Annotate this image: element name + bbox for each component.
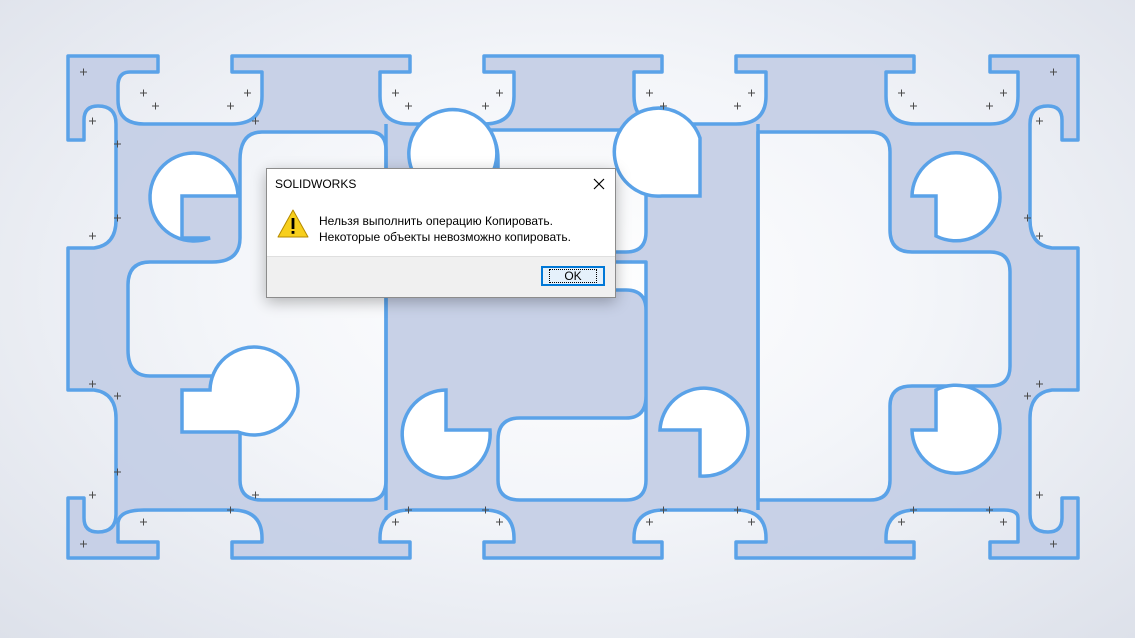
aluminum-profile-sketch[interactable] (66, 54, 1080, 560)
error-dialog: SOLIDWORKS Нельзя выполнить операцию Коп… (266, 168, 616, 298)
sketch-canvas[interactable] (0, 0, 1135, 638)
dialog-title: SOLIDWORKS (275, 177, 357, 191)
graphics-area[interactable] (0, 0, 1135, 638)
round-slot[interactable] (180, 345, 300, 437)
profile-region[interactable] (66, 54, 1080, 560)
close-button[interactable] (583, 169, 615, 198)
close-icon[interactable] (593, 178, 605, 190)
dialog-message: Нельзя выполнить операцию Копировать. Не… (319, 213, 571, 245)
round-slot[interactable] (612, 106, 702, 198)
message-line-1: Нельзя выполнить операцию Копировать. (319, 214, 553, 228)
ok-button-label: OK (549, 269, 597, 283)
dialog-footer: OK (267, 256, 615, 297)
dialog-body: Нельзя выполнить операцию Копировать. Не… (267, 198, 615, 259)
dialog-titlebar[interactable]: SOLIDWORKS (267, 169, 615, 198)
message-line-2: Некоторые объекты невозможно копировать. (319, 230, 572, 244)
ok-button[interactable]: OK (541, 266, 605, 286)
warning-icon (277, 209, 309, 238)
